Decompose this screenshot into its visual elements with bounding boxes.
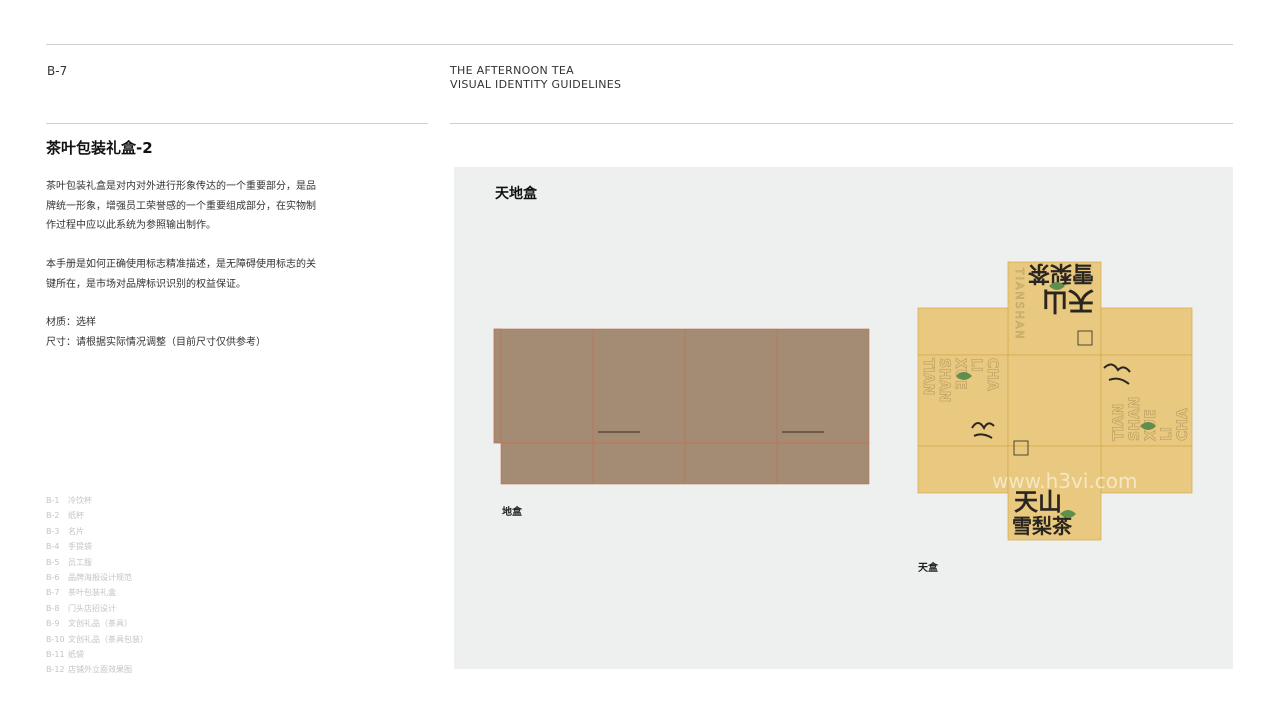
brand-vertical-text: TIANSHAN bbox=[1013, 267, 1026, 341]
toc-code: B-5 bbox=[46, 557, 60, 567]
spec-block: 材质：选样 尺寸：请根据实际情况调整（目前尺寸仅供参考） bbox=[46, 313, 336, 352]
brand-en-line: CHA bbox=[1175, 408, 1191, 441]
size-text: 尺寸：请根据实际情况调整（目前尺寸仅供参考） bbox=[46, 336, 266, 348]
description-line: 牌统一形象，增强员工荣誉感的一个重要组成部分，在实物制 bbox=[46, 200, 316, 212]
toc-code: B-11 bbox=[46, 650, 65, 660]
brand-cn-line2-rotated: 雪梨茶 bbox=[1027, 260, 1094, 285]
watermark-text: www.h3vi.com bbox=[992, 469, 1137, 493]
top-box-caption: 天盒 bbox=[918, 563, 938, 574]
description-line: 键所在，是市场对品牌标识识别的权益保证。 bbox=[46, 278, 246, 290]
toc-item[interactable]: B-8 门头店招设计 bbox=[46, 601, 148, 616]
toc-item[interactable]: B-3 名片 bbox=[46, 524, 148, 539]
dieline-top-strip bbox=[493, 328, 870, 444]
brand-cn-line2: 雪梨茶 bbox=[1012, 514, 1073, 538]
section-title: 茶叶包装礼盒-2 bbox=[46, 139, 153, 157]
toc-label: 店铺外立面效果图 bbox=[68, 665, 132, 675]
toc-code: B-3 bbox=[46, 526, 60, 536]
page-code: B-7 bbox=[47, 64, 68, 78]
document-title-line1: THE AFTERNOON TEA bbox=[450, 64, 574, 77]
brand-en-line: TIAN bbox=[920, 358, 936, 395]
toc-label: 名片 bbox=[68, 526, 84, 536]
toc-code: B-7 bbox=[46, 588, 60, 598]
description-paragraph-2: 本手册是如何正确使用标志精准描述，是无障碍使用标志的关 键所在，是市场对品牌标识… bbox=[46, 255, 336, 294]
toc-code: B-4 bbox=[46, 542, 60, 552]
toc-label: 员工服 bbox=[68, 557, 92, 567]
top-box-dieline: TIANSHAN 天山 雪梨茶 TIAN SHAN XUE LI CHA CHA… bbox=[917, 260, 1193, 541]
material-text: 材质：选样 bbox=[46, 317, 96, 328]
right-divider-rule bbox=[450, 123, 1233, 124]
tiny-print bbox=[782, 431, 824, 433]
description-line: 本手册是如何正确使用标志精准描述，是无障碍使用标志的关 bbox=[46, 259, 316, 270]
toc-label: 冷饮杯 bbox=[68, 496, 92, 505]
brand-en-line: SHAN bbox=[936, 358, 952, 402]
brand-en-line: SHAN bbox=[1127, 397, 1143, 441]
toc-item[interactable]: B-6 品牌海报设计规范 bbox=[46, 570, 148, 585]
bottom-box-caption: 地盒 bbox=[502, 507, 522, 518]
toc-item[interactable]: B-11 纸袋 bbox=[46, 647, 148, 662]
description-paragraph-1: 茶叶包装礼盒是对内对外进行形象传达的一个重要部分，是品 牌统一形象，增强员工荣誉… bbox=[46, 177, 336, 236]
top-rule bbox=[46, 44, 1233, 45]
toc-code: B-12 bbox=[46, 665, 65, 675]
bottom-box-dieline bbox=[493, 328, 870, 485]
toc-item[interactable]: B-10 文创礼品（茶具包装） bbox=[46, 632, 148, 647]
toc-item[interactable]: B-2 纸杯 bbox=[46, 508, 148, 523]
toc-label: 文创礼品（茶具） bbox=[68, 619, 132, 629]
toc-item[interactable]: B-12 店铺外立面效果图 bbox=[46, 662, 148, 677]
dieline-left-flap bbox=[493, 328, 502, 444]
right-flap-upper bbox=[1100, 307, 1193, 356]
toc-label: 茶叶包装礼盒 bbox=[68, 588, 116, 598]
toc-code: B-6 bbox=[46, 573, 60, 583]
tiny-print bbox=[598, 431, 640, 433]
toc-code: B-10 bbox=[46, 634, 65, 644]
toc-label: 文创礼品（茶具包装） bbox=[68, 634, 148, 644]
toc-item[interactable]: B-4 手提袋 bbox=[46, 539, 148, 554]
brand-en-line: LI bbox=[1159, 427, 1175, 441]
toc-item[interactable]: B-5 员工服 bbox=[46, 555, 148, 570]
brand-en-line: LI bbox=[968, 358, 984, 372]
description-line: 作过程中应以此系统为参照输出制作。 bbox=[46, 220, 216, 231]
left-flap-upper bbox=[917, 307, 1009, 356]
toc-label: 门头店招设计 bbox=[68, 603, 116, 613]
center-lid bbox=[1007, 354, 1102, 447]
document-title: THE AFTERNOON TEA VISUAL IDENTITY GUIDEL… bbox=[450, 64, 621, 92]
toc-code: B-1 bbox=[46, 496, 60, 505]
toc-item[interactable]: B-1 冷饮杯 bbox=[46, 493, 148, 508]
table-of-contents: B-1 冷饮杯 B-2 纸杯 B-3 名片 B-4 手提袋 B-5 员工服 B-6 品牌海报… bbox=[46, 493, 148, 678]
brand-en-line: CHA bbox=[984, 358, 1000, 391]
toc-label: 品牌海报设计规范 bbox=[68, 573, 132, 583]
toc-item[interactable]: B-9 文创礼品（茶具） bbox=[46, 616, 148, 631]
toc-label: 纸杯 bbox=[68, 511, 84, 521]
toc-code: B-2 bbox=[46, 511, 60, 521]
brand-en-line: TIAN bbox=[1111, 404, 1127, 441]
toc-code: B-9 bbox=[46, 619, 60, 629]
left-divider-rule bbox=[46, 123, 428, 124]
brand-cn-line1-rotated: 天山 bbox=[1042, 285, 1094, 315]
description-line: 茶叶包装礼盒是对内对外进行形象传达的一个重要部分，是品 bbox=[46, 181, 316, 192]
panel-title: 天地盒 bbox=[495, 186, 537, 202]
toc-label: 手提袋 bbox=[68, 542, 92, 552]
toc-label: 纸袋 bbox=[68, 650, 84, 660]
toc-item-current[interactable]: B-7 茶叶包装礼盒 bbox=[46, 585, 148, 600]
document-title-line2: VISUAL IDENTITY GUIDELINES bbox=[450, 78, 622, 91]
toc-code: B-8 bbox=[46, 603, 60, 613]
